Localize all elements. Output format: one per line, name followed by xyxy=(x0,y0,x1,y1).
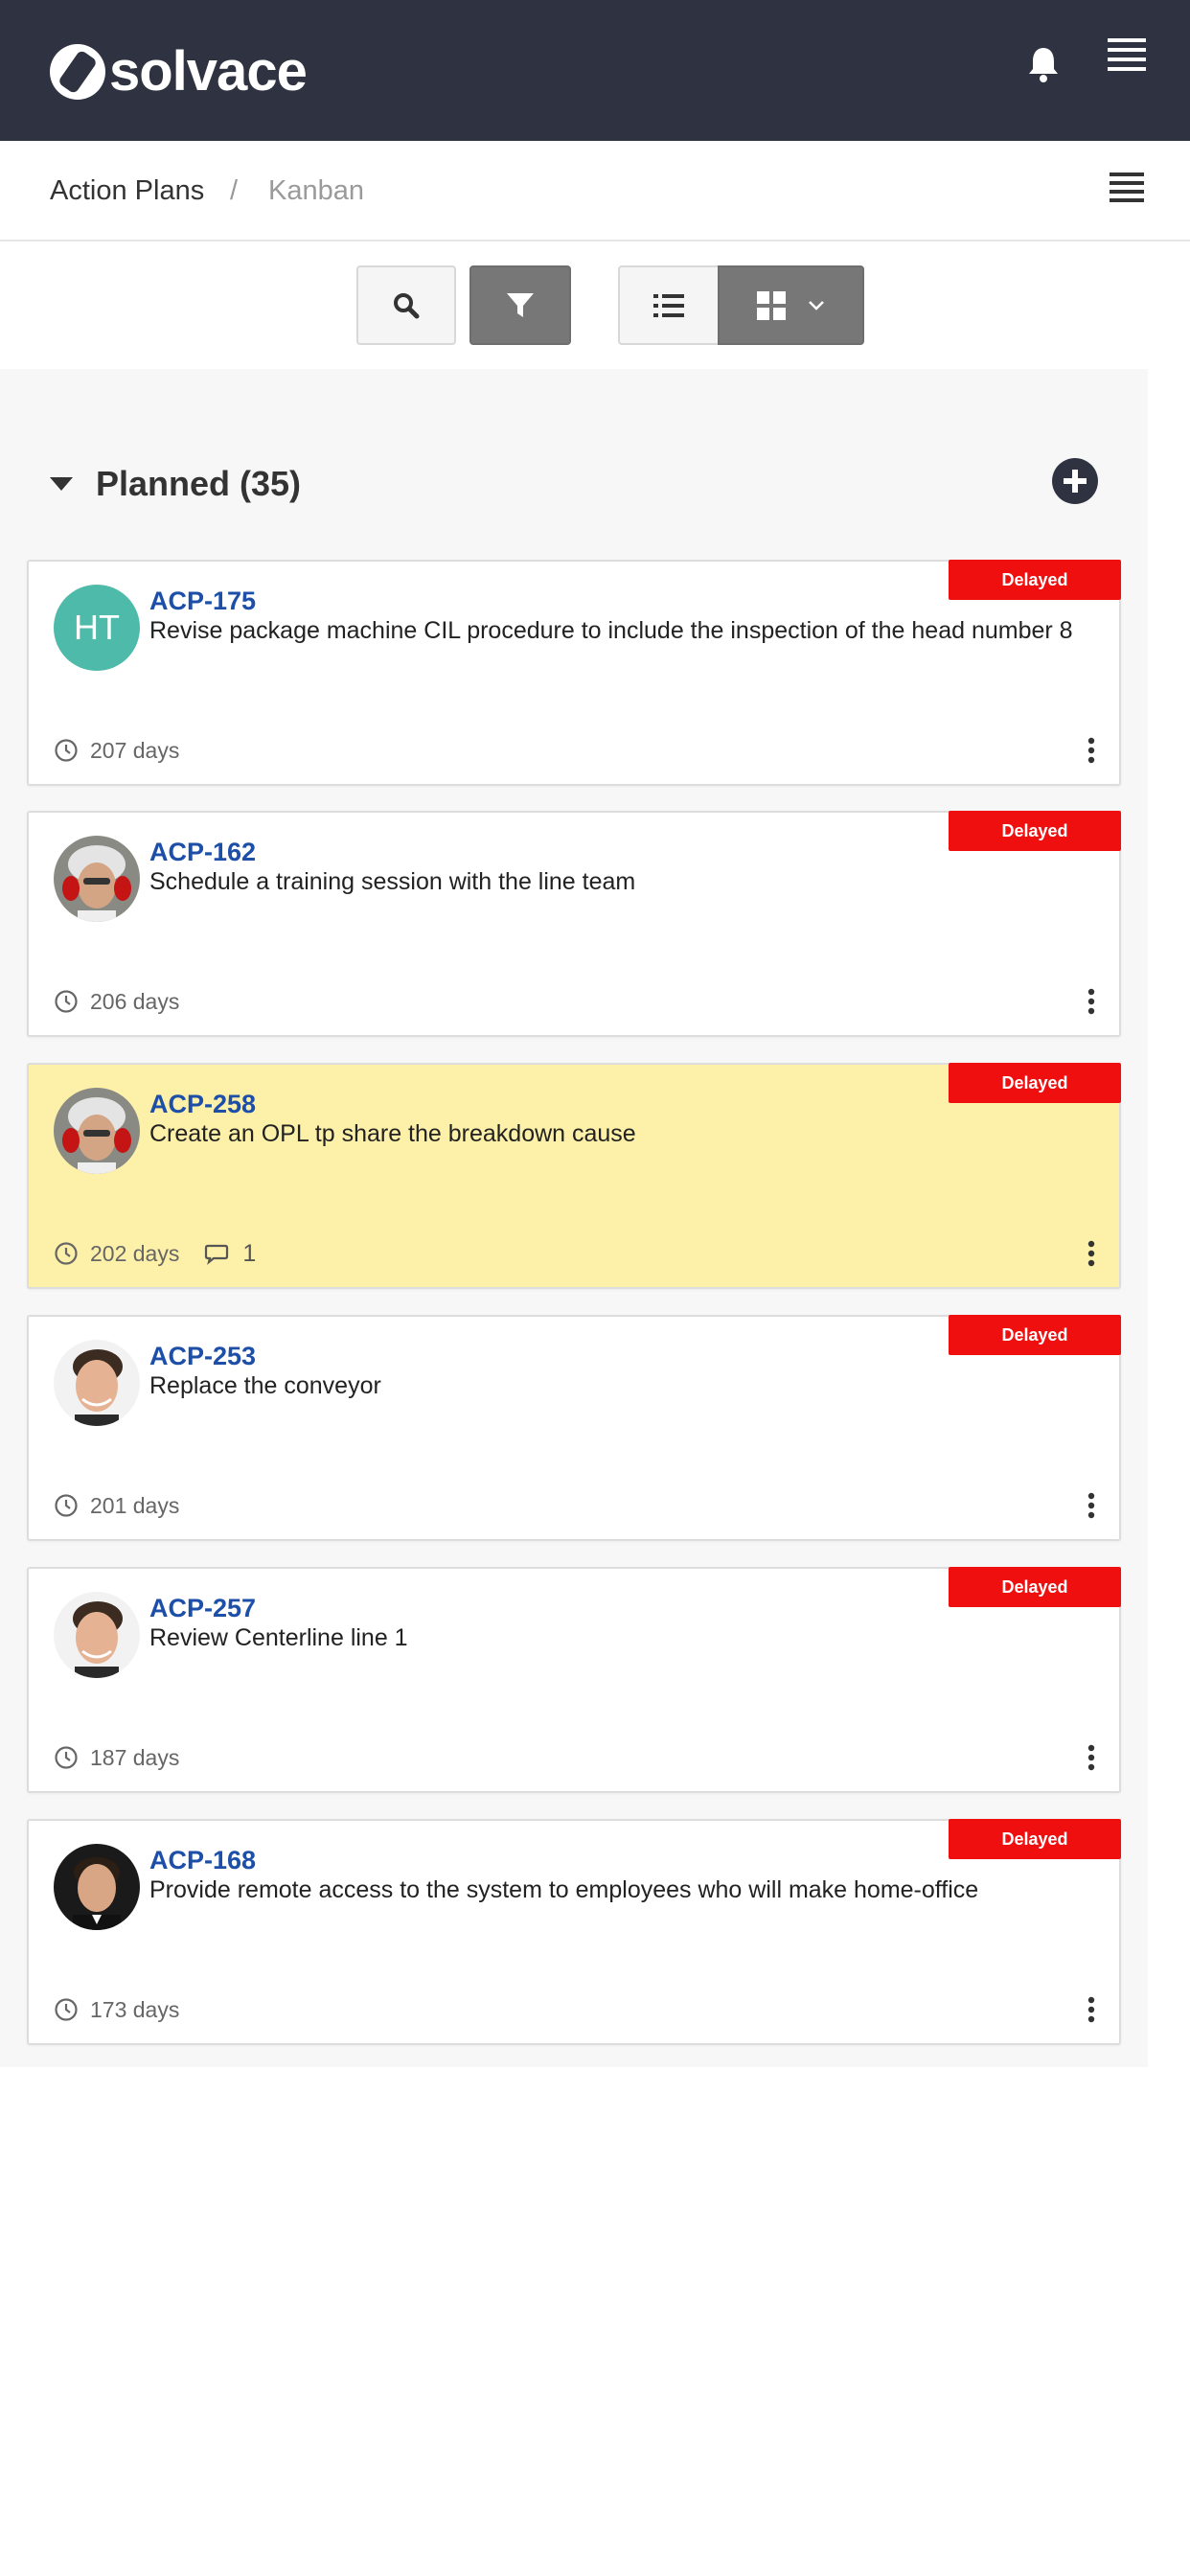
more-options-icon[interactable] xyxy=(1087,1995,1096,2024)
clock-icon xyxy=(55,1746,78,1769)
status-badge: Delayed xyxy=(949,1063,1121,1103)
clock-icon xyxy=(55,739,78,762)
add-card-button[interactable] xyxy=(1052,458,1098,504)
brand-name: solvace xyxy=(109,40,308,103)
chevron-down-icon xyxy=(808,300,824,310)
column-header[interactable]: Planned (35) xyxy=(50,460,301,508)
collapse-caret-icon[interactable] xyxy=(50,477,73,491)
more-options-icon[interactable] xyxy=(1087,1491,1096,1520)
card-id[interactable]: ACP-257 xyxy=(149,1594,256,1623)
clock-icon xyxy=(55,1494,78,1517)
status-badge: Delayed xyxy=(949,1315,1121,1355)
card-id[interactable]: ACP-175 xyxy=(149,586,256,616)
card-age: 206 days xyxy=(90,988,180,1014)
logo-mark-icon xyxy=(50,44,105,100)
card-description: Schedule a training session with the lin… xyxy=(149,868,636,895)
card-description: Review Centerline line 1 xyxy=(149,1624,408,1651)
card-age: 202 days xyxy=(90,1240,180,1266)
status-badge: Delayed xyxy=(949,811,1121,851)
user-photo-icon xyxy=(54,1340,140,1426)
comment-count: 1 xyxy=(242,1239,257,1267)
status-badge: Delayed xyxy=(949,1567,1121,1607)
search-icon xyxy=(394,292,420,318)
filter-icon xyxy=(507,292,534,317)
card-footer: 206 days xyxy=(54,987,179,1016)
hamburger-icon[interactable] xyxy=(1108,38,1146,71)
card-footer: 202 days 1 xyxy=(54,1239,256,1268)
breadcrumb-item-action-plans[interactable]: Action Plans xyxy=(50,172,204,210)
grid-icon xyxy=(756,290,786,320)
card-footer: 173 days xyxy=(54,1995,179,2024)
user-photo-icon xyxy=(54,1592,140,1678)
clock-icon xyxy=(55,1998,78,2021)
card-id[interactable]: ACP-168 xyxy=(149,1846,256,1875)
card-footer: 187 days xyxy=(54,1743,179,1772)
list-view-button[interactable] xyxy=(618,265,720,345)
breadcrumb-item-kanban: Kanban xyxy=(268,175,364,206)
more-options-icon[interactable] xyxy=(1087,1743,1096,1772)
card-id[interactable]: ACP-162 xyxy=(149,838,256,867)
user-photo-icon xyxy=(54,1844,140,1930)
kanban-card[interactable]: Delayed HT ACP-175 Revise package machin… xyxy=(27,560,1121,786)
breadcrumb: Action Plans / Kanban xyxy=(0,141,1190,242)
card-id[interactable]: ACP-253 xyxy=(149,1342,256,1371)
more-options-icon[interactable] xyxy=(1087,1239,1096,1268)
kanban-card[interactable]: Delayed ACP-168 Provide remote access to… xyxy=(27,1819,1121,2045)
list-icon xyxy=(653,293,684,317)
clock-icon xyxy=(55,990,78,1013)
card-age: 173 days xyxy=(90,1996,180,2022)
user-photo-icon xyxy=(54,1088,140,1174)
grid-view-dropdown[interactable] xyxy=(718,265,864,345)
card-age: 187 days xyxy=(90,1744,180,1770)
kanban-card-highlighted[interactable]: Delayed ACP-258 Create an OPL tp share t… xyxy=(27,1063,1121,1289)
card-description: Revise package machine CIL procedure to … xyxy=(149,617,1073,644)
card-description: Provide remote access to the system to e… xyxy=(149,1876,979,1903)
comment-icon[interactable] xyxy=(204,1241,229,1266)
page-menu-icon[interactable] xyxy=(1110,172,1144,203)
filter-button[interactable] xyxy=(469,265,571,345)
card-description: Replace the conveyor xyxy=(149,1372,381,1399)
kanban-card[interactable]: Delayed ACP-253 Replace the conveyor 201… xyxy=(27,1315,1121,1541)
clock-icon xyxy=(55,1242,78,1265)
card-age: 201 days xyxy=(90,1492,180,1518)
app-header: solvace xyxy=(0,0,1190,141)
more-options-icon[interactable] xyxy=(1087,987,1096,1016)
card-description: Create an OPL tp share the breakdown cau… xyxy=(149,1120,636,1147)
avatar: HT xyxy=(54,585,140,671)
kanban-card[interactable]: Delayed ACP-257 Review Centerline line 1… xyxy=(27,1567,1121,1793)
card-age: 207 days xyxy=(90,737,180,763)
breadcrumb-separator: / xyxy=(230,175,239,206)
avatar xyxy=(54,1088,140,1174)
avatar xyxy=(54,1844,140,1930)
card-footer: 207 days xyxy=(54,736,179,765)
user-photo-icon xyxy=(54,836,140,922)
kanban-card[interactable]: Delayed ACP-162 Schedule a training sess… xyxy=(27,811,1121,1037)
search-button[interactable] xyxy=(356,265,456,345)
column-title: Planned (35) xyxy=(96,464,302,503)
avatar xyxy=(54,1592,140,1678)
avatar xyxy=(54,1340,140,1426)
avatar xyxy=(54,836,140,922)
card-id[interactable]: ACP-258 xyxy=(149,1090,256,1119)
status-badge: Delayed xyxy=(949,560,1121,600)
more-options-icon[interactable] xyxy=(1087,736,1096,765)
status-badge: Delayed xyxy=(949,1819,1121,1859)
bell-icon[interactable] xyxy=(1023,44,1064,84)
card-footer: 201 days xyxy=(54,1491,179,1520)
solvace-logo[interactable]: solvace xyxy=(50,40,308,103)
